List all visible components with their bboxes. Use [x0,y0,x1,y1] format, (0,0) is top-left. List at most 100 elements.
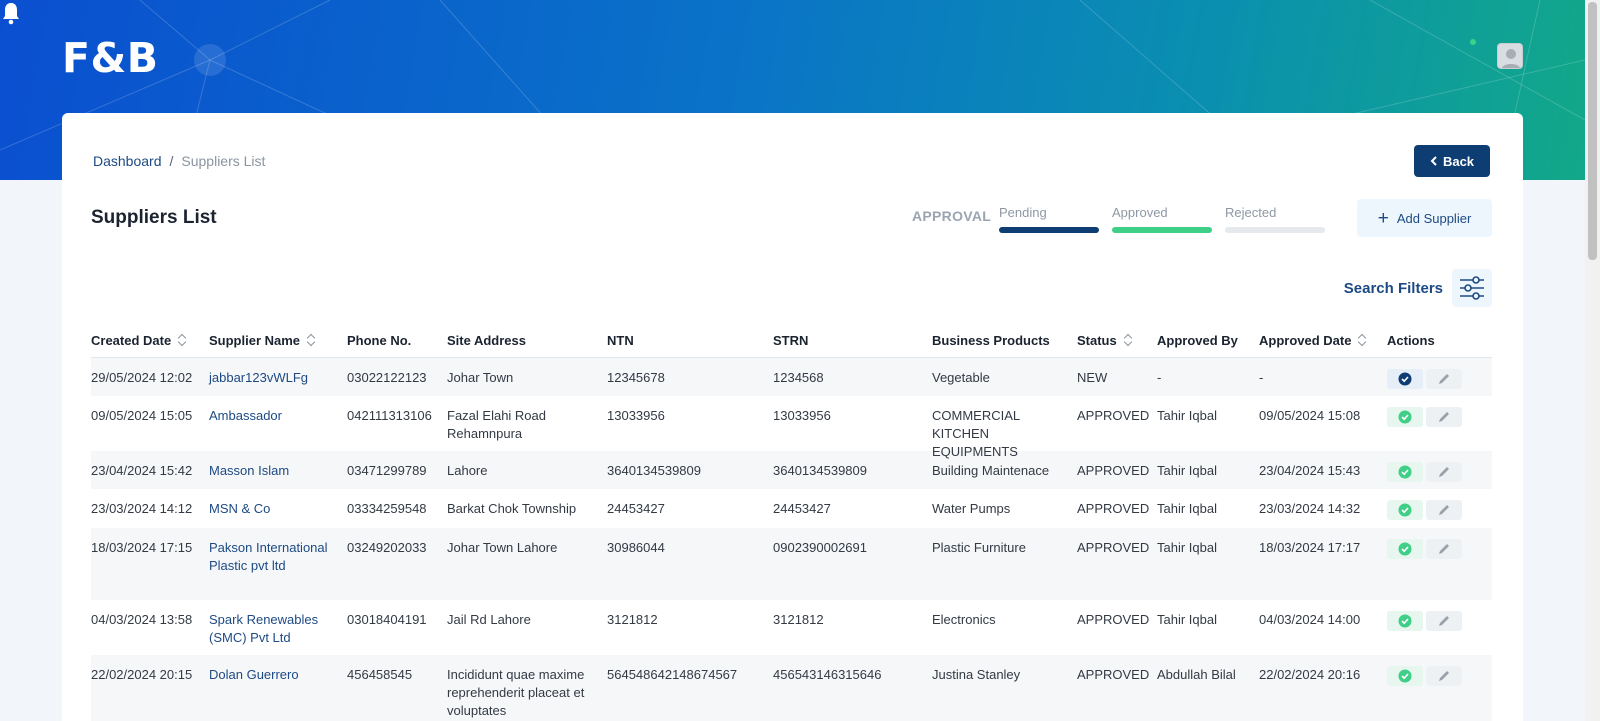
cell-approved-date: 09/05/2024 15:08 [1259,408,1361,423]
cell-status: NEW [1077,370,1108,385]
col-status[interactable]: Status [1077,333,1157,348]
app-logo[interactable]: F&B [62,34,159,82]
pencil-icon [1439,467,1449,477]
cell-approved-date: 04/03/2024 14:00 [1259,612,1361,627]
approved-status-button[interactable] [1387,407,1423,427]
cell-status: APPROVED [1077,463,1150,478]
sort-icon[interactable] [307,334,315,346]
cell-site-address: Johar Town [447,370,514,385]
bell-icon[interactable] [0,0,22,26]
approved-status-button[interactable] [1387,539,1423,559]
tab-pending[interactable]: Pending [999,205,1099,233]
cell-supplier-name[interactable]: Spark Renewables (SMC) Pvt Ltd [209,611,347,647]
approved-status-button[interactable] [1387,611,1423,631]
breadcrumb-separator: / [169,153,174,169]
page-title: Suppliers List [91,207,217,228]
cell-ntn: 3640134539809 [607,463,701,478]
search-filters-label[interactable]: Search Filters [1344,280,1443,297]
plus-icon: + [1377,207,1389,229]
cell-status: APPROVED [1077,612,1150,627]
page-scrollbar[interactable] [1585,0,1600,721]
check-badge-icon [1398,614,1412,628]
col-created-date[interactable]: Created Date [91,333,209,348]
table-row: 04/03/2024 13:58 Spark Renewables (SMC) … [91,600,1492,655]
tab-rejected[interactable]: Rejected [1225,205,1325,233]
cell-phone: 03471299789 [347,463,427,478]
notification-dot [1470,39,1476,45]
edit-button[interactable] [1426,666,1462,686]
cell-strn: 13033956 [773,408,831,423]
col-approved-date[interactable]: Approved Date [1259,333,1387,348]
table-row: 18/03/2024 17:15 Pakson International Pl… [91,528,1492,600]
col-status-label: Status [1077,332,1117,348]
user-avatar-icon[interactable] [1497,43,1523,69]
approved-status-button[interactable] [1387,666,1423,686]
cell-created-date: 29/05/2024 12:02 [91,370,193,385]
verify-button[interactable] [1387,369,1423,389]
cell-phone: 042111313106 [347,408,432,423]
pencil-icon [1439,374,1449,384]
cell-strn: 456543146315646 [773,667,882,682]
cell-site-address: Jail Rd Lahore [447,612,531,627]
edit-button[interactable] [1426,500,1462,520]
breadcrumb-current: Suppliers List [181,153,266,169]
col-approved-by: Approved By [1157,332,1238,348]
cell-approved-by: Tahir Iqbal [1157,612,1217,627]
cell-strn: 1234568 [773,370,824,385]
sort-icon[interactable] [1358,334,1366,346]
approved-status-button[interactable] [1387,462,1423,482]
table-row: 23/04/2024 15:42 Masson Islam 0347129978… [91,451,1492,489]
edit-button[interactable] [1426,539,1462,559]
check-badge-icon [1398,503,1412,517]
cell-created-date: 04/03/2024 13:58 [91,612,193,627]
col-approved-date-label: Approved Date [1259,332,1352,348]
cell-actions [1387,407,1492,427]
col-created-date-label: Created Date [91,332,172,348]
cell-ntn: 564548642148674567 [607,667,738,682]
sort-icon[interactable] [178,334,186,346]
back-button[interactable]: Back [1414,145,1490,177]
pencil-icon [1439,505,1449,515]
edit-button[interactable] [1426,407,1462,427]
cell-ntn: 12345678 [607,370,665,385]
edit-button[interactable] [1426,369,1462,389]
cell-approved-date: 22/02/2024 20:16 [1259,667,1361,682]
search-filters: Search Filters [1344,269,1492,307]
chevron-left-icon [1430,156,1437,166]
cell-actions [1387,539,1492,559]
cell-created-date: 18/03/2024 17:15 [91,540,193,555]
cell-phone: 03334259548 [347,501,427,516]
table-header: Created Date Supplier Name Phone No. Sit… [91,323,1492,358]
cell-actions [1387,500,1492,520]
cell-supplier-name[interactable]: Ambassador [209,407,347,425]
tab-approved[interactable]: Approved [1112,205,1212,233]
cell-approved-date: 23/04/2024 15:43 [1259,463,1361,478]
cell-business-products: Vegetable [932,370,990,385]
table-row: 09/05/2024 15:05 Ambassador 042111313106… [91,396,1492,459]
approved-status-button[interactable] [1387,500,1423,520]
edit-button[interactable] [1426,462,1462,482]
filter-sliders-button[interactable] [1452,269,1492,307]
cell-ntn: 3121812 [607,612,658,627]
breadcrumb: Dashboard / Suppliers List [93,153,265,169]
tab-approved-bar [1112,227,1212,233]
scrollbar-thumb[interactable] [1588,2,1597,260]
sort-icon[interactable] [1124,334,1132,346]
col-supplier-name[interactable]: Supplier Name [209,333,347,348]
cell-supplier-name[interactable]: Masson Islam [209,462,347,480]
cell-supplier-name[interactable]: Pakson International Plastic pvt ltd [209,539,347,575]
pencil-icon [1439,616,1449,626]
cell-supplier-name[interactable]: Dolan Guerrero [209,666,347,684]
edit-button[interactable] [1426,611,1462,631]
suppliers-table: Created Date Supplier Name Phone No. Sit… [91,323,1492,721]
cell-actions [1387,611,1492,631]
cell-supplier-name[interactable]: MSN & Co [209,500,347,518]
tab-pending-bar [999,227,1099,233]
cell-supplier-name[interactable]: jabbar123vWLFg [209,369,347,387]
add-supplier-button[interactable]: + Add Supplier [1357,199,1492,237]
pencil-icon [1439,671,1449,681]
col-ntn: NTN [607,332,634,348]
cell-strn: 0902390002691 [773,540,867,555]
cell-business-products: Electronics [932,612,996,627]
breadcrumb-dashboard[interactable]: Dashboard [93,153,162,169]
